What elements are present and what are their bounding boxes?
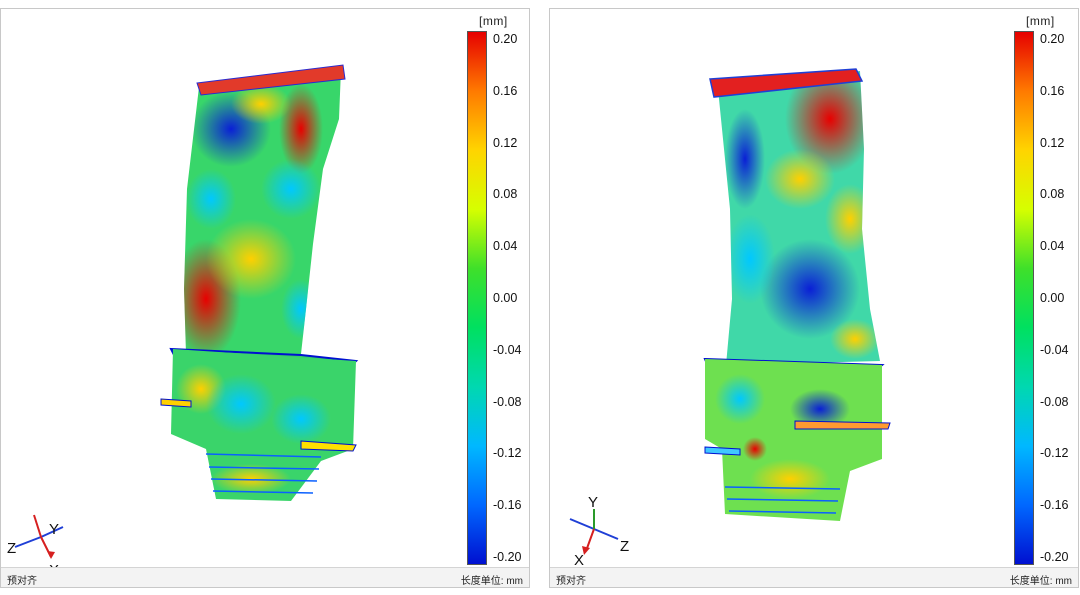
scale-tick-label: 0.16 — [1040, 83, 1065, 98]
viewport-right[interactable]: Y Z X [mm] 0.20 0.16 0.12 0.08 0.04 0.00 -0.04… — [549, 8, 1079, 588]
blade-model-right[interactable]: Y Z X — [550, 9, 1079, 569]
scale-tick-label: -0.12 — [493, 446, 522, 461]
scale-tick-label: -0.16 — [493, 498, 522, 513]
blade-model-left[interactable]: Z Y X — [1, 9, 530, 569]
scale-tick-label: 0.20 — [493, 32, 518, 46]
status-bar: 预对齐 长度单位: mm — [550, 567, 1078, 587]
scale-tick-label: -0.16 — [1040, 498, 1069, 513]
unit-label: [mm] — [1026, 14, 1055, 28]
viewport-divider — [531, 0, 549, 595]
scale-tick-label: -0.04 — [493, 342, 522, 357]
axis-label-y: Y — [49, 521, 59, 538]
scale-tick-label: 0.12 — [493, 135, 518, 150]
length-unit-status: 长度单位: mm — [1009, 576, 1072, 587]
scale-tick-label: -0.08 — [1040, 394, 1069, 409]
axis-label-z: Z — [7, 540, 16, 557]
scale-tick-label: 0.04 — [493, 239, 518, 254]
scale-tick-label: 0.16 — [493, 83, 518, 98]
alignment-status: 预对齐 — [556, 576, 586, 587]
status-bar: 预对齐 长度单位: mm — [1, 567, 529, 587]
scale-tick-label: -0.08 — [493, 394, 522, 409]
unit-label: [mm] — [479, 14, 508, 28]
color-scale-ticks: 0.20 0.16 0.12 0.08 0.04 0.00 -0.04 -0.08 -0.12 -… — [1040, 31, 1078, 565]
scale-tick-label: -0.04 — [1040, 342, 1069, 357]
scale-tick-label: 0.12 — [1040, 135, 1065, 150]
axis-label-y: Y — [588, 494, 598, 511]
color-scale-ticks: 0.20 0.16 0.12 0.08 0.04 0.00 -0.04 -0.08 -0.12 -… — [493, 31, 529, 565]
axis-label-z: Z — [620, 538, 629, 555]
scale-tick-label: 0.00 — [1040, 291, 1065, 305]
scale-tick-label: 0.08 — [493, 187, 518, 202]
axis-triad-right: Y Z X — [569, 494, 629, 569]
alignment-status: 预对齐 — [7, 576, 37, 587]
scale-tick-label: 0.08 — [1040, 187, 1065, 202]
scale-tick-label: -0.20 — [493, 550, 522, 564]
viewport-left[interactable]: Z Y X [mm] 0.20 0.16 0.12 0.08 0.04 0.00 -0.04… — [0, 8, 530, 588]
color-scale-bar — [1014, 31, 1034, 565]
scale-tick-label: 0.00 — [493, 291, 518, 305]
scale-tick-label: -0.20 — [1040, 550, 1069, 564]
axis-triad-left: Z Y X — [7, 514, 64, 569]
scale-tick-label: 0.20 — [1040, 32, 1065, 46]
scale-tick-label: 0.04 — [1040, 239, 1065, 254]
color-scale-bar — [467, 31, 487, 565]
length-unit-status: 长度单位: mm — [460, 576, 523, 587]
scale-tick-label: -0.12 — [1040, 446, 1069, 461]
